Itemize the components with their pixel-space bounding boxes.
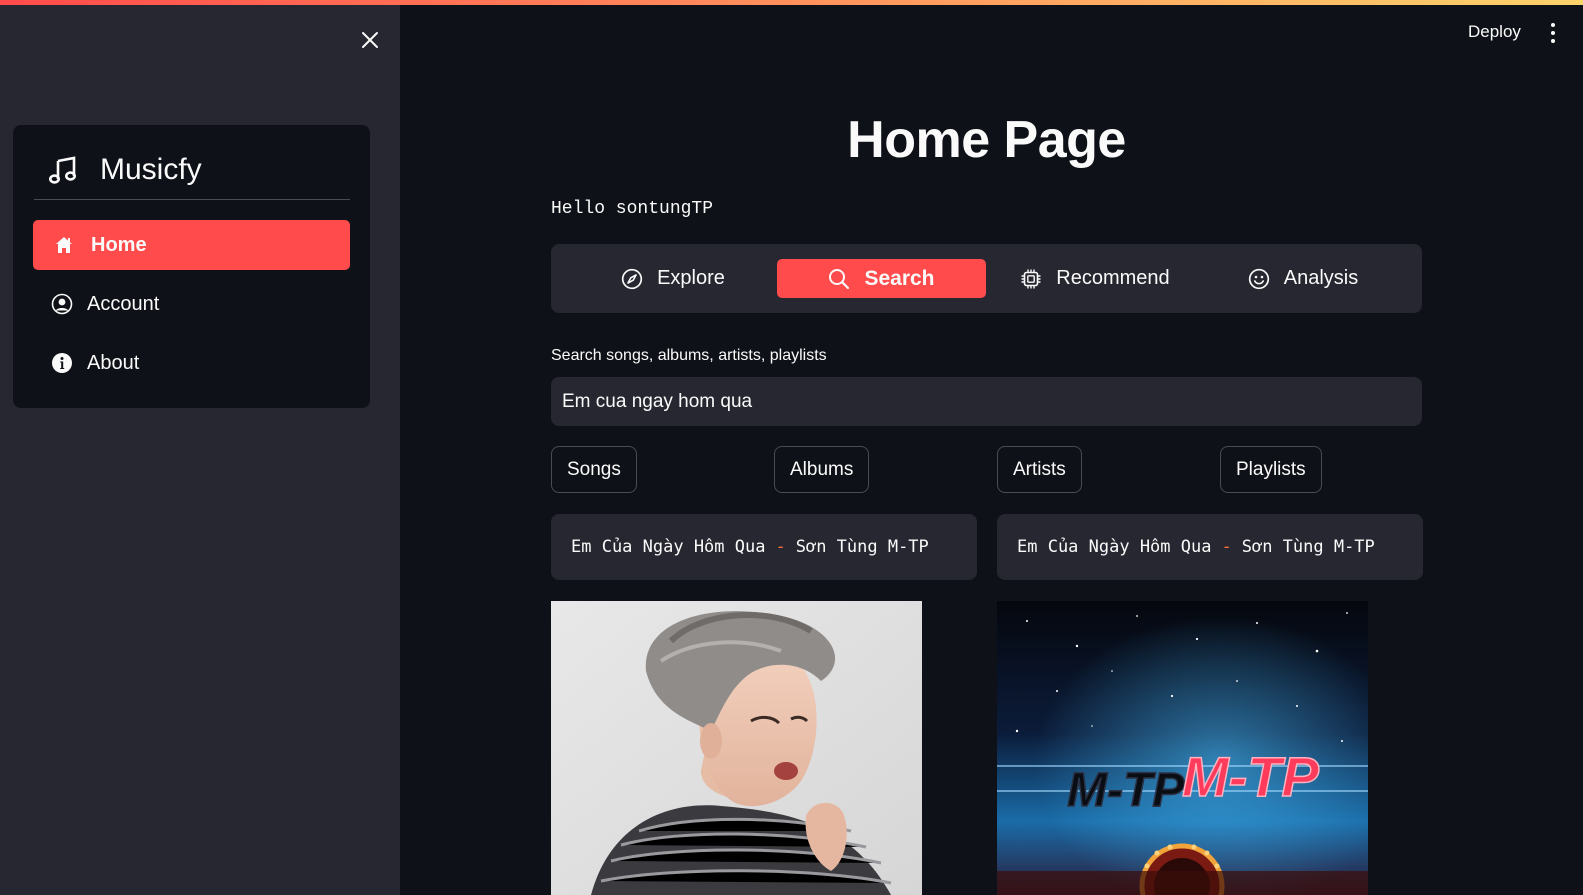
brand: Musicfy [48, 150, 202, 190]
close-icon [362, 32, 378, 48]
house-icon [56, 237, 72, 253]
sidebar: Musicfy Home Account About [0, 5, 400, 895]
search-input[interactable] [551, 377, 1422, 426]
result-title: Em Của Ngày Hôm Qua [1017, 537, 1212, 557]
album-art-neon-text: M-TP [1182, 745, 1320, 808]
filter-albums-button[interactable]: Albums [774, 446, 870, 493]
result-artist: Sơn Tùng M-TP [1241, 537, 1375, 557]
sidebar-item-label: About [87, 351, 140, 374]
emoji-smile-icon [1248, 268, 1269, 289]
tab-analysis[interactable]: Analysis [1241, 259, 1365, 298]
artist-photo[interactable] [551, 601, 922, 895]
filter-playlists-button[interactable]: Playlists [1220, 446, 1322, 493]
result-card[interactable]: Em Của Ngày Hôm Qua - Sơn Tùng M-TP [997, 514, 1423, 580]
search-label: Search songs, albums, artists, playlists [551, 347, 827, 364]
sidebar-item-label: Home [91, 233, 147, 256]
result-card[interactable]: Em Của Ngày Hôm Qua - Sơn Tùng M-TP [551, 514, 977, 580]
tab-search[interactable]: Search [777, 259, 986, 298]
search-icon [829, 268, 850, 289]
option-menu: Musicfy Home Account About [13, 125, 370, 408]
result-separator: - [1221, 537, 1232, 557]
tab-label: Recommend [1056, 267, 1170, 289]
page-title: Home Page [847, 111, 1126, 169]
more-options-icon[interactable] [1545, 21, 1561, 45]
result-separator: - [775, 537, 786, 557]
brand-divider [34, 199, 350, 200]
tab-label: Explore [657, 267, 725, 289]
filter-songs-button[interactable]: Songs [551, 446, 637, 493]
sidebar-item-home[interactable]: Home [33, 220, 350, 270]
greeting-text: Hello sontungTP [551, 199, 714, 219]
filter-artists-button[interactable]: Artists [997, 446, 1082, 493]
result-title: Em Của Ngày Hôm Qua [571, 537, 766, 557]
cpu-icon [1021, 269, 1041, 288]
person-circle-icon [51, 293, 73, 315]
info-circle-icon [52, 353, 72, 373]
sidebar-item-account[interactable]: Account [33, 279, 350, 329]
deploy-button[interactable]: Deploy [1468, 22, 1521, 42]
sidebar-item-about[interactable]: About [33, 338, 350, 388]
tab-label: Analysis [1283, 267, 1359, 289]
sidebar-item-label: Account [87, 292, 160, 315]
album-art-dark-text: M-TP [1067, 764, 1185, 817]
tab-explore[interactable]: Explore [603, 259, 743, 298]
brand-title: Musicfy [100, 153, 202, 186]
music-note-icon [49, 156, 76, 184]
tab-label: Search [864, 266, 935, 290]
compass-icon [621, 268, 643, 289]
tab-recommend[interactable]: Recommend [1011, 259, 1179, 298]
result-artist: Sơn Tùng M-TP [795, 537, 929, 557]
tab-bar: Explore Search Recommend Analysis [551, 244, 1422, 313]
album-cover[interactable]: M-TP M-TP [997, 601, 1368, 895]
close-sidebar-button[interactable] [357, 27, 383, 53]
